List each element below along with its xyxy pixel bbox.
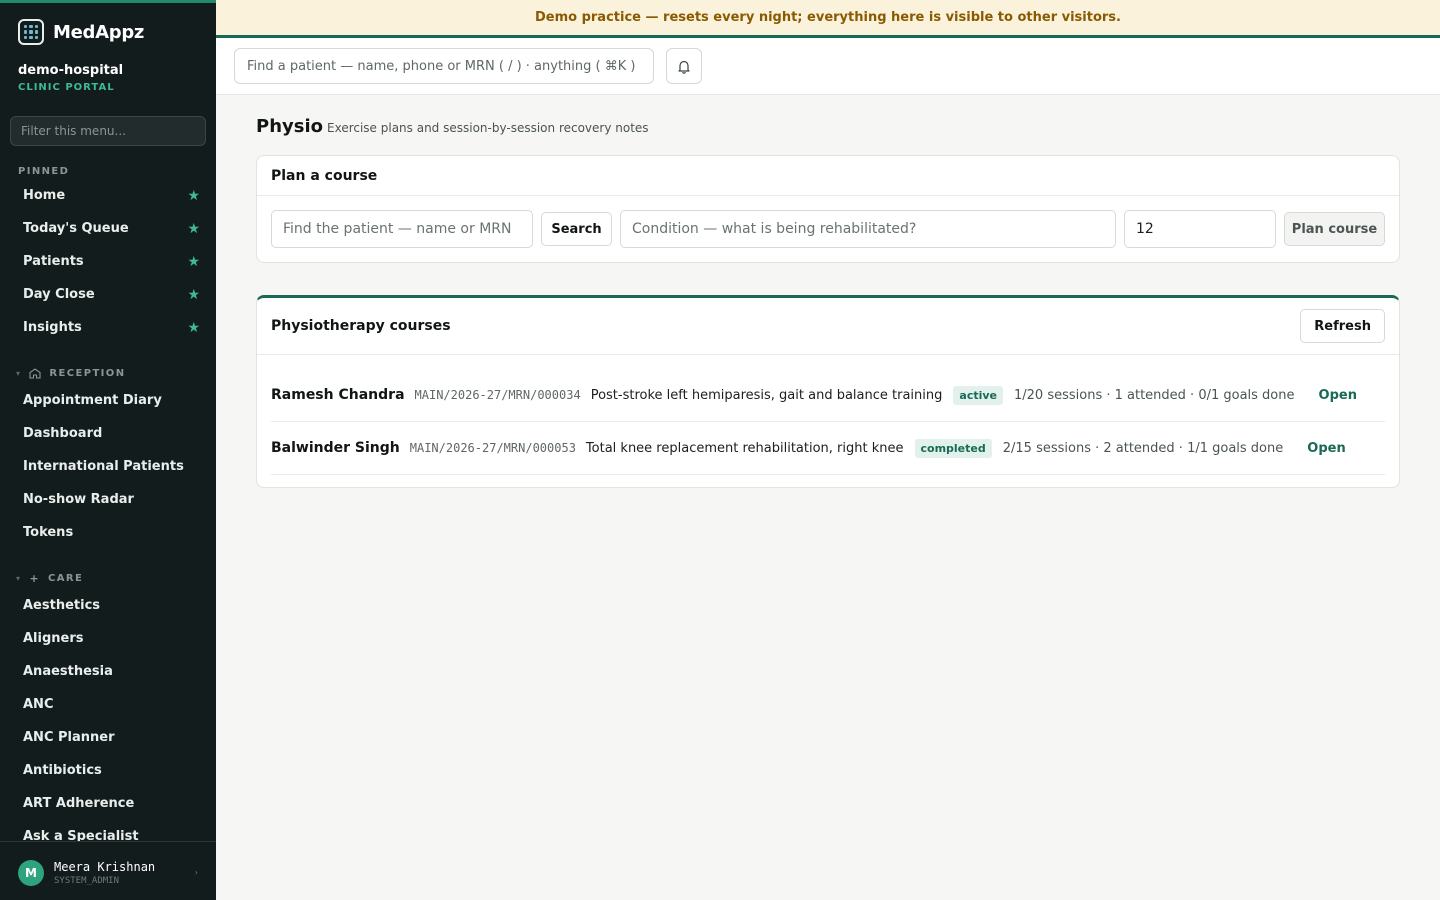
status-badge: completed bbox=[914, 438, 992, 458]
chevron-icon[interactable]: › bbox=[195, 868, 198, 877]
patient-mrn: MAIN/2026-27/MRN/000053 bbox=[409, 441, 576, 455]
course-condition: Post-stroke left hemiparesis, gait and b… bbox=[590, 387, 943, 403]
course-stats: 1/20 sessions · 1 attended · 0/1 goals d… bbox=[1014, 387, 1295, 403]
courses-header: Physiotherapy courses Refresh bbox=[257, 298, 1399, 355]
avatar: M bbox=[18, 859, 44, 886]
courses-title: Physiotherapy courses bbox=[271, 318, 451, 334]
refresh-button[interactable]: Refresh bbox=[1300, 309, 1385, 343]
section-pinned-title: PINNED bbox=[18, 165, 70, 177]
sidebar-item-patients[interactable]: Patients ★ bbox=[0, 245, 216, 278]
sidebar-item-insights[interactable]: Insights ★ bbox=[0, 311, 216, 344]
sidebar-item-aesthetics[interactable]: Aesthetics bbox=[0, 589, 216, 622]
page-subtitle: Exercise plans and session-by-session re… bbox=[327, 121, 649, 135]
plus-icon: + bbox=[29, 571, 41, 585]
sidebar-item-art-adherence[interactable]: ART Adherence bbox=[0, 787, 216, 820]
notifications-button[interactable] bbox=[666, 48, 702, 84]
status-badge: active bbox=[953, 385, 1003, 405]
brand-logo-icon bbox=[18, 19, 44, 45]
patient-name[interactable]: Balwinder Singh bbox=[271, 440, 400, 456]
sidebar-menu[interactable]: PINNED Home ★ Today's Queue ★ Patients ★ Da… bbox=[0, 153, 216, 842]
user-role: SYSTEM_ADMIN bbox=[54, 875, 120, 886]
section-care-title[interactable]: ▾ + CARE bbox=[0, 555, 216, 589]
plan-course-form: Search Plan course bbox=[271, 210, 1385, 248]
brand[interactable]: MedAppz bbox=[18, 19, 144, 45]
demo-banner: Demo practice — resets every night; ever… bbox=[216, 0, 1440, 38]
sidebar-item-international-patients[interactable]: International Patients bbox=[0, 450, 216, 483]
sidebar-item-anc-planner[interactable]: ANC Planner bbox=[0, 721, 216, 754]
section-reception-title[interactable]: ▾ RECEPTION bbox=[0, 350, 216, 384]
sessions-count-input[interactable] bbox=[1124, 210, 1276, 248]
user-menu[interactable]: M Meera Krishnan SYSTEM_ADMIN › bbox=[0, 841, 216, 900]
bell-icon bbox=[678, 60, 690, 74]
patient-name[interactable]: Ramesh Chandra bbox=[271, 387, 405, 403]
sidebar-item-appointment-diary[interactable]: Appointment Diary bbox=[0, 384, 216, 417]
star-icon[interactable]: ★ bbox=[187, 320, 200, 336]
course-stats: 2/15 sessions · 2 attended · 1/1 goals d… bbox=[1002, 440, 1284, 456]
org-info: demo-hospital CLINIC PORTAL bbox=[18, 63, 123, 93]
chevron-down-icon: ▾ bbox=[16, 573, 22, 583]
sidebar-item-day-close[interactable]: Day Close ★ bbox=[0, 278, 216, 311]
course-row: Balwinder Singh MAIN/2026-27/MRN/000053 … bbox=[271, 422, 1385, 475]
sidebar-item-anc[interactable]: ANC bbox=[0, 688, 216, 721]
brand-name: MedAppz bbox=[53, 21, 145, 43]
menu-filter-input[interactable] bbox=[10, 116, 206, 146]
plan-course-card: Plan a course Search Plan course bbox=[256, 155, 1400, 263]
sidebar: MedAppz demo-hospital CLINIC PORTAL PINN… bbox=[0, 0, 216, 900]
search-button[interactable]: Search bbox=[541, 212, 612, 246]
open-course-link[interactable]: Open bbox=[1307, 441, 1345, 456]
plan-course-title: Plan a course bbox=[257, 156, 1399, 196]
sidebar-item-dashboard[interactable]: Dashboard bbox=[0, 417, 216, 450]
star-icon[interactable]: ★ bbox=[187, 254, 200, 270]
course-list: Ramesh Chandra MAIN/2026-27/MRN/000034 P… bbox=[257, 355, 1399, 475]
open-course-link[interactable]: Open bbox=[1319, 388, 1357, 403]
page-title: Physio bbox=[256, 116, 323, 137]
courses-card: Physiotherapy courses Refresh Ramesh Cha… bbox=[256, 295, 1400, 488]
sidebar-item-aligners[interactable]: Aligners bbox=[0, 622, 216, 655]
building-icon bbox=[29, 367, 41, 379]
chevron-down-icon: ▾ bbox=[16, 368, 22, 378]
sidebar-item-home[interactable]: Home ★ bbox=[0, 179, 216, 212]
star-icon[interactable]: ★ bbox=[187, 287, 200, 303]
org-name: demo-hospital bbox=[18, 63, 124, 78]
plan-course-button[interactable]: Plan course bbox=[1284, 212, 1385, 246]
patient-search-input[interactable] bbox=[234, 48, 654, 84]
sidebar-item-tokens[interactable]: Tokens bbox=[0, 516, 216, 549]
condition-input[interactable] bbox=[620, 210, 1116, 248]
topbar bbox=[216, 38, 1440, 95]
sidebar-item-anaesthesia[interactable]: Anaesthesia bbox=[0, 655, 216, 688]
sidebar-item-ask-a-specialist[interactable]: Ask a Specialist bbox=[0, 820, 216, 841]
patient-mrn: MAIN/2026-27/MRN/000034 bbox=[414, 388, 581, 402]
star-icon[interactable]: ★ bbox=[187, 188, 200, 204]
course-condition: Total knee replacement rehabilitation, r… bbox=[585, 440, 904, 456]
org-subtitle: CLINIC PORTAL bbox=[18, 82, 115, 93]
user-name: Meera Krishnan bbox=[54, 859, 156, 874]
sidebar-item-no-show-radar[interactable]: No-show Radar bbox=[0, 483, 216, 516]
sidebar-item-todays-queue[interactable]: Today's Queue ★ bbox=[0, 212, 216, 245]
sidebar-item-antibiotics[interactable]: Antibiotics bbox=[0, 754, 216, 787]
patient-lookup-input[interactable] bbox=[271, 210, 533, 248]
course-row: Ramesh Chandra MAIN/2026-27/MRN/000034 P… bbox=[271, 369, 1385, 422]
star-icon[interactable]: ★ bbox=[187, 221, 200, 237]
